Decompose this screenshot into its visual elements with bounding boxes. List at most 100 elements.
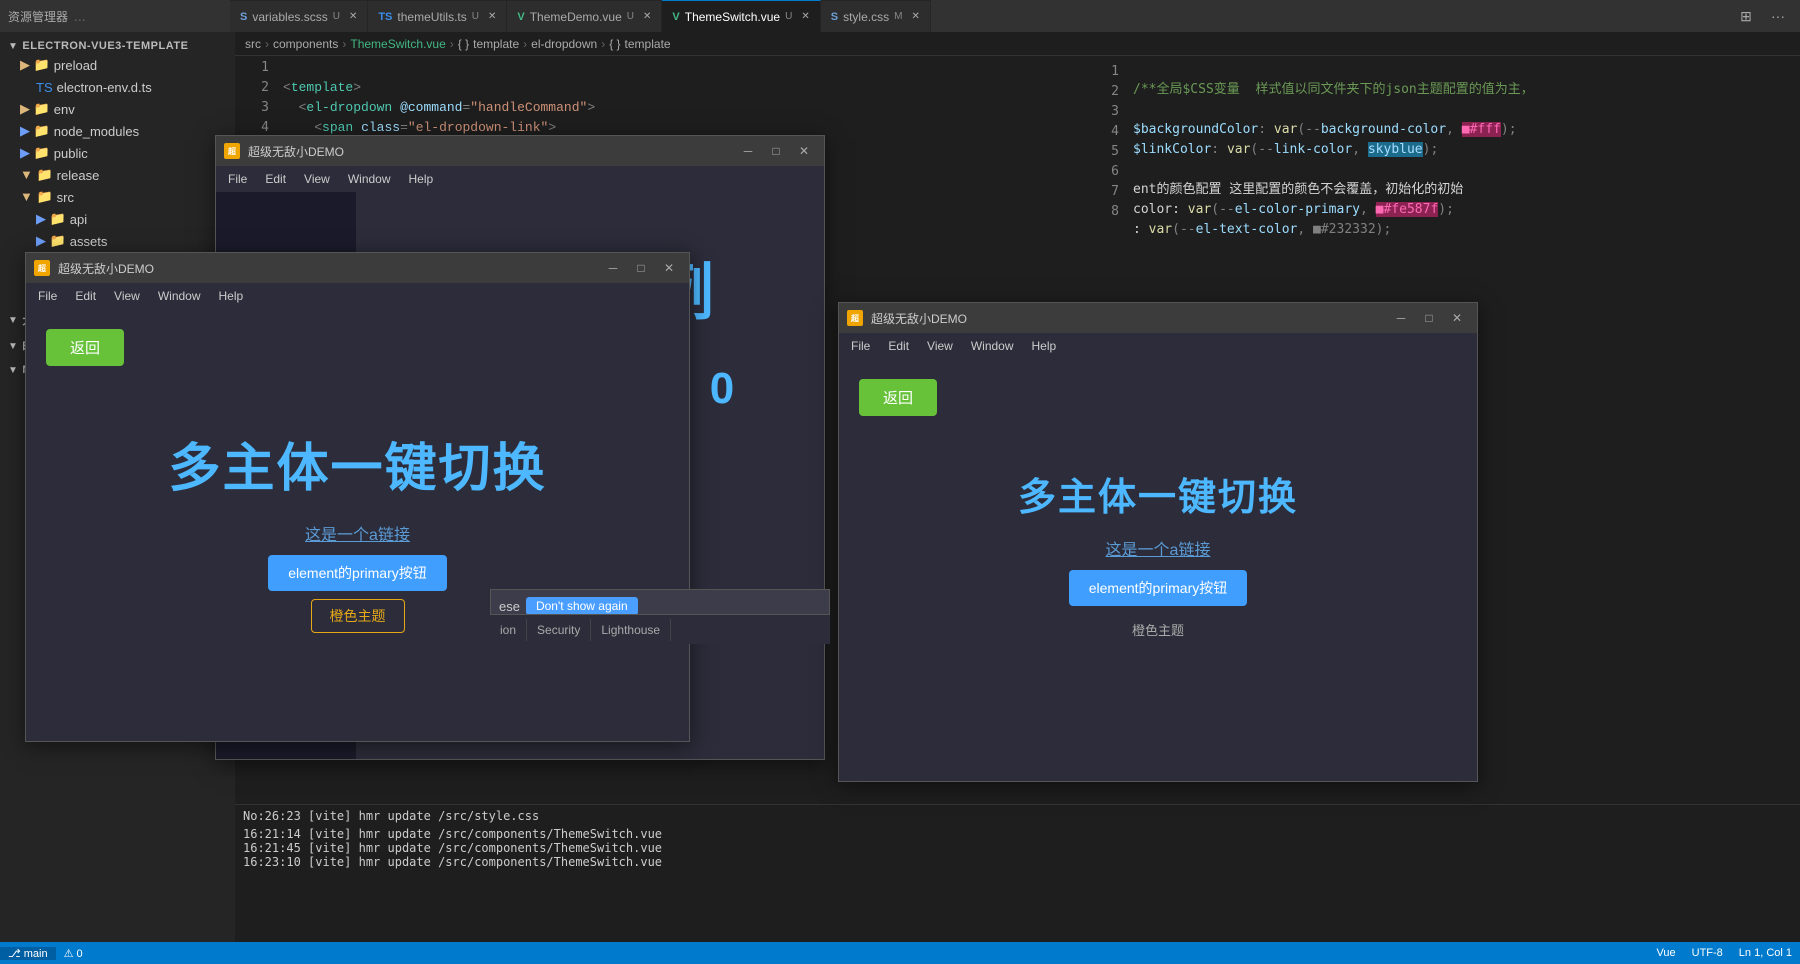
right-line-numbers: 1 2 3 4 5 6 7 8 xyxy=(1085,60,1125,260)
line-num-2: 2 xyxy=(235,78,269,98)
demo-bg-close[interactable]: ✕ xyxy=(792,141,816,161)
sidebar-item-preload[interactable]: ▶ 📁 preload xyxy=(0,54,235,76)
tab-suffix-3: U xyxy=(627,11,634,22)
demo-fg-outline-btn[interactable]: 橙色主题 xyxy=(311,599,405,633)
tab-close-1[interactable]: ✕ xyxy=(349,11,357,22)
sidebar-title-label: 资源管理器 xyxy=(8,8,68,25)
rc-line3: $backgroundColor: var(--background-color… xyxy=(1133,122,1517,137)
dont-show-ese: ese xyxy=(499,599,520,614)
demo-right-menu-view[interactable]: View xyxy=(919,337,961,355)
css-icon: S xyxy=(240,11,247,23)
demo-fg-winbtns: ─ □ ✕ xyxy=(601,258,681,278)
statusbar-encoding: UTF-8 xyxy=(1684,947,1731,959)
more-actions-btn[interactable]: ··· xyxy=(1764,4,1792,28)
demo-fg-menu-window[interactable]: Window xyxy=(150,287,209,305)
demo-bg-winbtns: ─ □ ✕ xyxy=(736,141,816,161)
demo-fg-menu-help[interactable]: Help xyxy=(211,287,252,305)
demo-bg-menu-view[interactable]: View xyxy=(296,170,338,188)
ts-icon: TS xyxy=(378,11,392,23)
rc-line6: ent的颜色配置 这里配置的颜色不会覆盖，初始化的初始 xyxy=(1133,182,1463,197)
tab-label-themedemo: ThemeDemo.vue xyxy=(530,10,622,24)
demo-bg-menu-help[interactable]: Help xyxy=(401,170,442,188)
breadcrumb-sep5: › xyxy=(601,37,605,51)
demo-right-primary-btn[interactable]: element的primary按钮 xyxy=(1069,570,1247,606)
breadcrumb-braces2: { } xyxy=(609,37,620,51)
sidebar-item-assets[interactable]: ▶ 📁 assets xyxy=(0,230,235,252)
tab-themedemo-vue[interactable]: V ThemeDemo.vue U ✕ xyxy=(507,0,662,32)
demo-right-link[interactable]: 这是一个a链接 xyxy=(1106,536,1211,560)
demo-bg-menu-file[interactable]: File xyxy=(220,170,255,188)
statusbar-ln: Ln 1, Col 1 xyxy=(1731,947,1800,959)
demo-right-return-btn[interactable]: 返回 xyxy=(859,379,937,416)
demo-fg-return-btn[interactable]: 返回 xyxy=(46,329,124,366)
r-line-5: 5 xyxy=(1085,142,1119,162)
tab-label-themeutils: themeUtils.ts xyxy=(397,10,466,24)
devtools-tab-ion[interactable]: ion xyxy=(490,619,527,641)
tab-style-css[interactable]: S style.css M ✕ xyxy=(821,0,931,32)
folder-icon-preload: ▶ 📁 xyxy=(20,57,50,73)
demo-bg-menu-window[interactable]: Window xyxy=(340,170,399,188)
devtools-tab-lighthouse[interactable]: Lighthouse xyxy=(591,619,671,641)
demo-fg-close[interactable]: ✕ xyxy=(657,258,681,278)
tab-variables-scss[interactable]: S variables.scss U ✕ xyxy=(230,0,368,32)
demo-right-menu-window[interactable]: Window xyxy=(963,337,1022,355)
demo-bg-maximize[interactable]: □ xyxy=(764,141,788,161)
breadcrumb-template-braces: { } xyxy=(458,37,469,51)
r-line-7: 7 xyxy=(1085,182,1119,202)
tab-suffix-5: M xyxy=(894,11,902,22)
sidebar-item-api[interactable]: ▶ 📁 api xyxy=(0,208,235,230)
sidebar-label-preload: preload xyxy=(54,58,97,73)
sidebar-item-release[interactable]: ▼ 📁 release xyxy=(0,164,235,186)
demo-fg-menu-file[interactable]: File xyxy=(30,287,65,305)
statusbar-branch: ⎇ main xyxy=(0,947,56,960)
devtools-tab-security[interactable]: Security xyxy=(527,619,591,641)
tab-themeutils-ts[interactable]: TS themeUtils.ts U ✕ xyxy=(368,0,507,32)
rc-line4: $linkColor: var(--link-color, skyblue); xyxy=(1133,142,1438,157)
sidebar-item-env[interactable]: ▶ 📁 env xyxy=(0,98,235,120)
code-line-1: < xyxy=(283,80,291,95)
demo-bg-menu-edit[interactable]: Edit xyxy=(257,170,294,188)
demo-right-menu-file[interactable]: File xyxy=(843,337,878,355)
sidebar-item-electron-env[interactable]: TS electron-env.d.ts xyxy=(0,76,235,98)
tab-themeswitch-vue[interactable]: V ThemeSwitch.vue U ✕ xyxy=(662,0,820,32)
r-line-1: 1 xyxy=(1085,62,1119,82)
tab-label-variables-scss: variables.scss xyxy=(252,10,327,24)
tab-close-3[interactable]: ✕ xyxy=(643,11,651,22)
demo-right-menu-help[interactable]: Help xyxy=(1024,337,1065,355)
tab-close-4[interactable]: ✕ xyxy=(801,11,809,22)
right-code-content[interactable]: /**全局$CSS变量 样式值以同文件夹下的json主题配置的值为主， $bac… xyxy=(1125,60,1534,260)
sidebar-item-public[interactable]: ▶ 📁 public xyxy=(0,142,235,164)
terminal-line-1: 16:21:14 [vite] hmr update /src/componen… xyxy=(243,827,1792,841)
demo-right-maximize[interactable]: □ xyxy=(1417,308,1441,328)
project-label: ▼ ELECTRON-VUE3-TEMPLATE xyxy=(0,32,235,54)
demo-right-outline-label: 橙色主题 xyxy=(1132,620,1184,639)
tab-suffix-2: U xyxy=(472,11,479,22)
demo-right-close[interactable]: ✕ xyxy=(1445,308,1469,328)
outline-chevron: ▼ xyxy=(8,315,18,326)
sidebar-item-src[interactable]: ▼ 📁 src xyxy=(0,186,235,208)
demo-right-menubar: File Edit View Window Help xyxy=(839,333,1477,359)
breadcrumb-themeswitch-vue: ThemeSwitch.vue xyxy=(350,37,445,51)
code-punct-1: > xyxy=(353,80,361,95)
r-line-6: 6 xyxy=(1085,162,1119,182)
demo-fg-maximize[interactable]: □ xyxy=(629,258,653,278)
folder-icon-api: ▶ 📁 xyxy=(36,211,66,227)
demo-fg-link[interactable]: 这是一个a链接 xyxy=(305,521,410,545)
layout-btn[interactable]: ⊞ xyxy=(1732,4,1760,28)
demo-fg-menu-view[interactable]: View xyxy=(106,287,148,305)
demo-fg-primary-btn[interactable]: element的primary按钮 xyxy=(268,555,446,591)
timeline-chevron: ▼ xyxy=(8,341,18,352)
dont-show-btn[interactable]: Don't show again xyxy=(526,597,638,615)
demo-fg-menubar: File Edit View Window Help xyxy=(26,283,689,309)
sidebar-item-node-modules[interactable]: ▶ 📁 node_modules xyxy=(0,120,235,142)
folder-icon-src: ▼ 📁 xyxy=(20,189,53,205)
demo-right-minimize[interactable]: ─ xyxy=(1389,308,1413,328)
demo-fg-minimize[interactable]: ─ xyxy=(601,258,625,278)
demo-bg-minimize[interactable]: ─ xyxy=(736,141,760,161)
tab-close-5[interactable]: ✕ xyxy=(911,11,919,22)
demo-fg-menu-edit[interactable]: Edit xyxy=(67,287,104,305)
demo-right-menu-edit[interactable]: Edit xyxy=(880,337,917,355)
vue-icon-4: V xyxy=(672,11,679,23)
rc-line7: color: var(--el-color-primary, ■#fe587f)… xyxy=(1133,202,1454,217)
tab-close-2[interactable]: ✕ xyxy=(488,11,496,22)
